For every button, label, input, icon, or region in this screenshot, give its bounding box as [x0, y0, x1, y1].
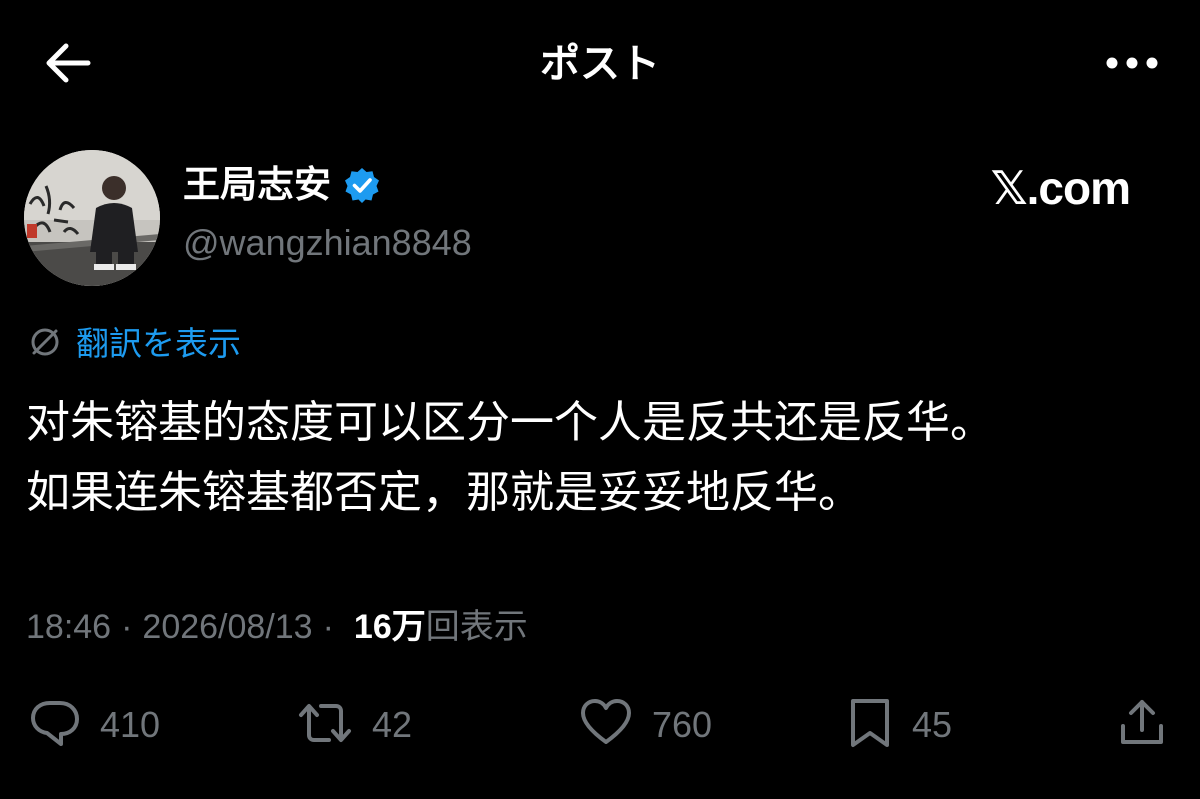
author-display-name[interactable]: 王局志安 [183, 160, 331, 210]
views-count: 16万 [353, 608, 426, 646]
page-title: ポスト [540, 42, 660, 86]
author-handle[interactable]: @wangzhian8848 [183, 218, 472, 268]
post-time[interactable]: 18:46 [26, 600, 111, 654]
post-meta: 18:46 · 2026/08/13 · 16万 回表示 [26, 600, 528, 654]
views-label: 回表示 [425, 608, 528, 646]
translate-label[interactable]: 翻訳を表示 [76, 318, 241, 370]
arrow-left-icon [42, 41, 94, 90]
bookmark-icon [846, 696, 894, 755]
verified-badge-icon [343, 166, 381, 204]
action-bar: 410 42 760 45 [0, 695, 1200, 755]
like-count: 760 [652, 704, 713, 745]
back-button[interactable] [36, 40, 100, 90]
share-icon [1116, 696, 1168, 755]
more-options-button[interactable] [1100, 40, 1164, 90]
show-translation-link[interactable]: 翻訳を表示 [28, 318, 241, 370]
meta-separator: · [322, 608, 334, 646]
meta-separator: · [121, 608, 133, 646]
repost-count: 42 [372, 704, 413, 745]
reply-button[interactable]: 410 [28, 695, 160, 755]
more-horizontal-icon [1104, 55, 1160, 76]
repost-button[interactable]: 42 [296, 695, 412, 755]
post-text-line: 对朱镕基的态度可以区分一个人是反共还是反华。 [26, 398, 994, 447]
reply-count: 410 [100, 704, 161, 745]
brand-watermark: 𝕏.com [990, 162, 1131, 214]
heart-icon [578, 696, 634, 755]
reply-icon [28, 696, 82, 755]
post-date[interactable]: 2026/08/13 [142, 600, 312, 654]
author-name-row[interactable]: 王局志安 [183, 160, 381, 210]
post-header: ポスト [0, 0, 1200, 125]
avatar[interactable] [24, 150, 160, 286]
repost-icon [296, 696, 354, 755]
post-text: 对朱镕基的态度可以区分一个人是反共还是反华。 如果连朱镕基都否定，那就是妥妥地反… [26, 388, 1176, 528]
globe-icon [28, 325, 62, 364]
post-text-line: 如果连朱镕基都否定，那就是妥妥地反华。 [26, 468, 862, 517]
like-button[interactable]: 760 [578, 695, 712, 755]
bookmark-count: 45 [912, 704, 953, 745]
share-button[interactable] [1116, 695, 1168, 755]
bookmark-button[interactable]: 45 [846, 695, 952, 755]
